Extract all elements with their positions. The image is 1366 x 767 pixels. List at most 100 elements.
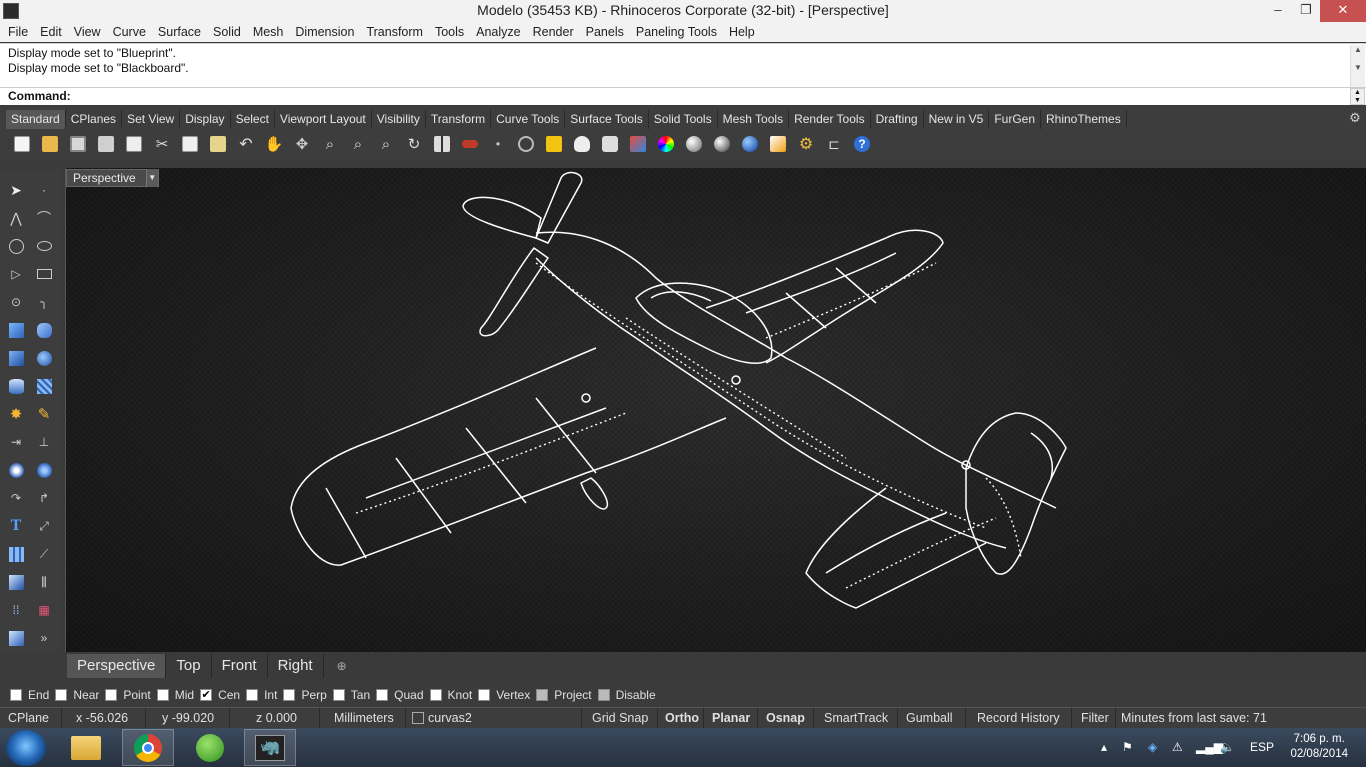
record-history-toggle[interactable]: Record History [966,708,1072,728]
box-icon[interactable] [6,348,26,368]
lock-icon[interactable] [598,132,622,156]
tab-select[interactable]: Select [231,110,275,129]
ungroup-icon[interactable] [34,460,54,480]
polygon-icon[interactable]: ▷ [6,264,26,284]
circle-icon[interactable] [6,236,26,256]
menu-panels[interactable]: Panels [580,22,630,42]
checkbox[interactable] [597,689,610,701]
arc-icon[interactable]: ⊙ [6,292,26,312]
explode-icon[interactable]: ✸ [6,404,26,424]
point-icon[interactable]: • [486,132,510,156]
group-icon[interactable] [6,460,26,480]
file-explorer-folder-icon[interactable] [60,729,112,766]
viewport-tab-top[interactable]: Top [166,654,212,678]
menu-render[interactable]: Render [527,22,580,42]
print-icon[interactable] [94,132,118,156]
osnap-point[interactable]: Point [105,688,151,702]
checkbox[interactable] [429,689,442,701]
mesh-icon[interactable] [34,376,54,396]
viewport-tab-perspective[interactable]: Perspective [67,654,167,678]
paste-icon[interactable] [206,132,230,156]
osnap-toggle[interactable]: Osnap [758,708,814,728]
tab-new-in-v5[interactable]: New in V5 [924,110,990,129]
menu-file[interactable]: File [2,22,34,42]
tab-display[interactable]: Display [180,110,231,129]
viewport-title[interactable]: Perspective ▼ [66,169,159,187]
cut-icon[interactable]: ✂ [150,132,174,156]
close-button[interactable]: ✕ [1320,0,1366,22]
filter-toggle[interactable]: Filter [1072,708,1116,728]
render-icon[interactable] [766,132,790,156]
tab-visibility[interactable]: Visibility [372,110,426,129]
action-center-flag-icon[interactable]: ⚑ [1122,728,1133,767]
show-hidden-icons-icon[interactable]: ▴ [1101,728,1107,767]
menu-paneling-tools[interactable]: Paneling Tools [630,22,723,42]
osnap-quad[interactable]: Quad [376,688,424,702]
command-spinner[interactable]: ▲ ▼ [1350,88,1365,105]
checkbox[interactable] [332,689,345,701]
viewport-menu-chevron-down-icon[interactable]: ▼ [145,169,158,187]
status-units[interactable]: Millimeters [320,708,406,728]
rendered-sphere-icon[interactable] [710,132,734,156]
gumball-toggle[interactable]: Gumball [898,708,966,728]
network-warning-icon[interactable]: ⚠ [1172,728,1183,767]
checkbox[interactable] [246,689,259,701]
input-language[interactable]: ESP [1250,728,1274,767]
osnap-project[interactable]: Project [536,688,592,702]
menu-surface[interactable]: Surface [152,22,207,42]
checkbox[interactable] [376,689,389,701]
checkbox-checked[interactable]: ✔ [200,689,213,701]
rhino-taskbar-icon[interactable]: 🦏 [244,729,296,766]
settings-gear-icon[interactable]: ⚙ [794,132,818,156]
point-icon[interactable]: · [34,180,54,200]
pan-icon[interactable]: ✋ [262,132,286,156]
undo-icon[interactable]: ↶ [234,132,258,156]
status-cplane[interactable]: CPlane [0,708,62,728]
blue-sphere-icon[interactable] [738,132,762,156]
taskbar-clock[interactable]: 7:06 p. m. 02/08/2014 [1290,732,1348,762]
paint-icon[interactable] [6,628,26,648]
command-prompt[interactable]: Command: ▲ ▼ [0,87,1366,105]
menu-help[interactable]: Help [723,22,761,42]
align-icon[interactable]: ⊥ [34,432,54,452]
tab-curve-tools[interactable]: Curve Tools [491,110,566,129]
menu-curve[interactable]: Curve [107,22,152,42]
surface-icon[interactable] [6,320,26,340]
osnap-vertex[interactable]: Vertex [478,688,530,702]
rotate-icon[interactable]: ↻ [402,132,426,156]
menu-dimension[interactable]: Dimension [289,22,360,42]
start-button-windows-icon[interactable] [6,730,46,766]
color-wheel-icon[interactable] [654,132,678,156]
tab-transform[interactable]: Transform [426,110,492,129]
boolean-icon[interactable] [34,348,54,368]
block-icon[interactable] [6,544,26,564]
tab-rhinothemes[interactable]: RhinoThemes [1041,110,1127,129]
menu-mesh[interactable]: Mesh [247,22,290,42]
add-viewport-plus-icon[interactable]: ⊕ [332,659,352,673]
menu-edit[interactable]: Edit [34,22,68,42]
move-icon[interactable]: ⇥ [6,432,26,452]
osnap-tan[interactable]: Tan [332,688,370,702]
perspective-viewport[interactable] [65,168,1366,652]
menu-tools[interactable]: Tools [429,22,470,42]
tab-set-view[interactable]: Set View [122,110,181,129]
open-icon[interactable] [38,132,62,156]
zoom-window-icon[interactable]: ⌕ [374,132,398,156]
array-icon[interactable]: ⫼ [34,572,54,592]
layout-icon[interactable]: ▦ [34,600,54,620]
zoom-extents-icon[interactable]: ⌕ [346,132,370,156]
curve-icon[interactable]: ⌒ [34,208,54,228]
copy-icon[interactable] [178,132,202,156]
edit-icon[interactable]: ✎ [34,404,54,424]
maximize-button[interactable]: ❐ [1292,0,1320,22]
dimension-icon[interactable]: ⊏ [822,132,846,156]
status-layer[interactable]: curvas2 [406,708,582,728]
ortho-toggle[interactable]: Ortho [658,708,704,728]
tab-mesh-tools[interactable]: Mesh Tools [718,110,790,129]
minimize-button[interactable]: – [1264,0,1292,22]
checkbox[interactable] [55,689,68,701]
new-icon[interactable] [10,132,34,156]
osnap-knot[interactable]: Knot [429,688,472,702]
tab-cplanes[interactable]: CPlanes [66,110,123,129]
checkbox[interactable] [283,689,296,701]
